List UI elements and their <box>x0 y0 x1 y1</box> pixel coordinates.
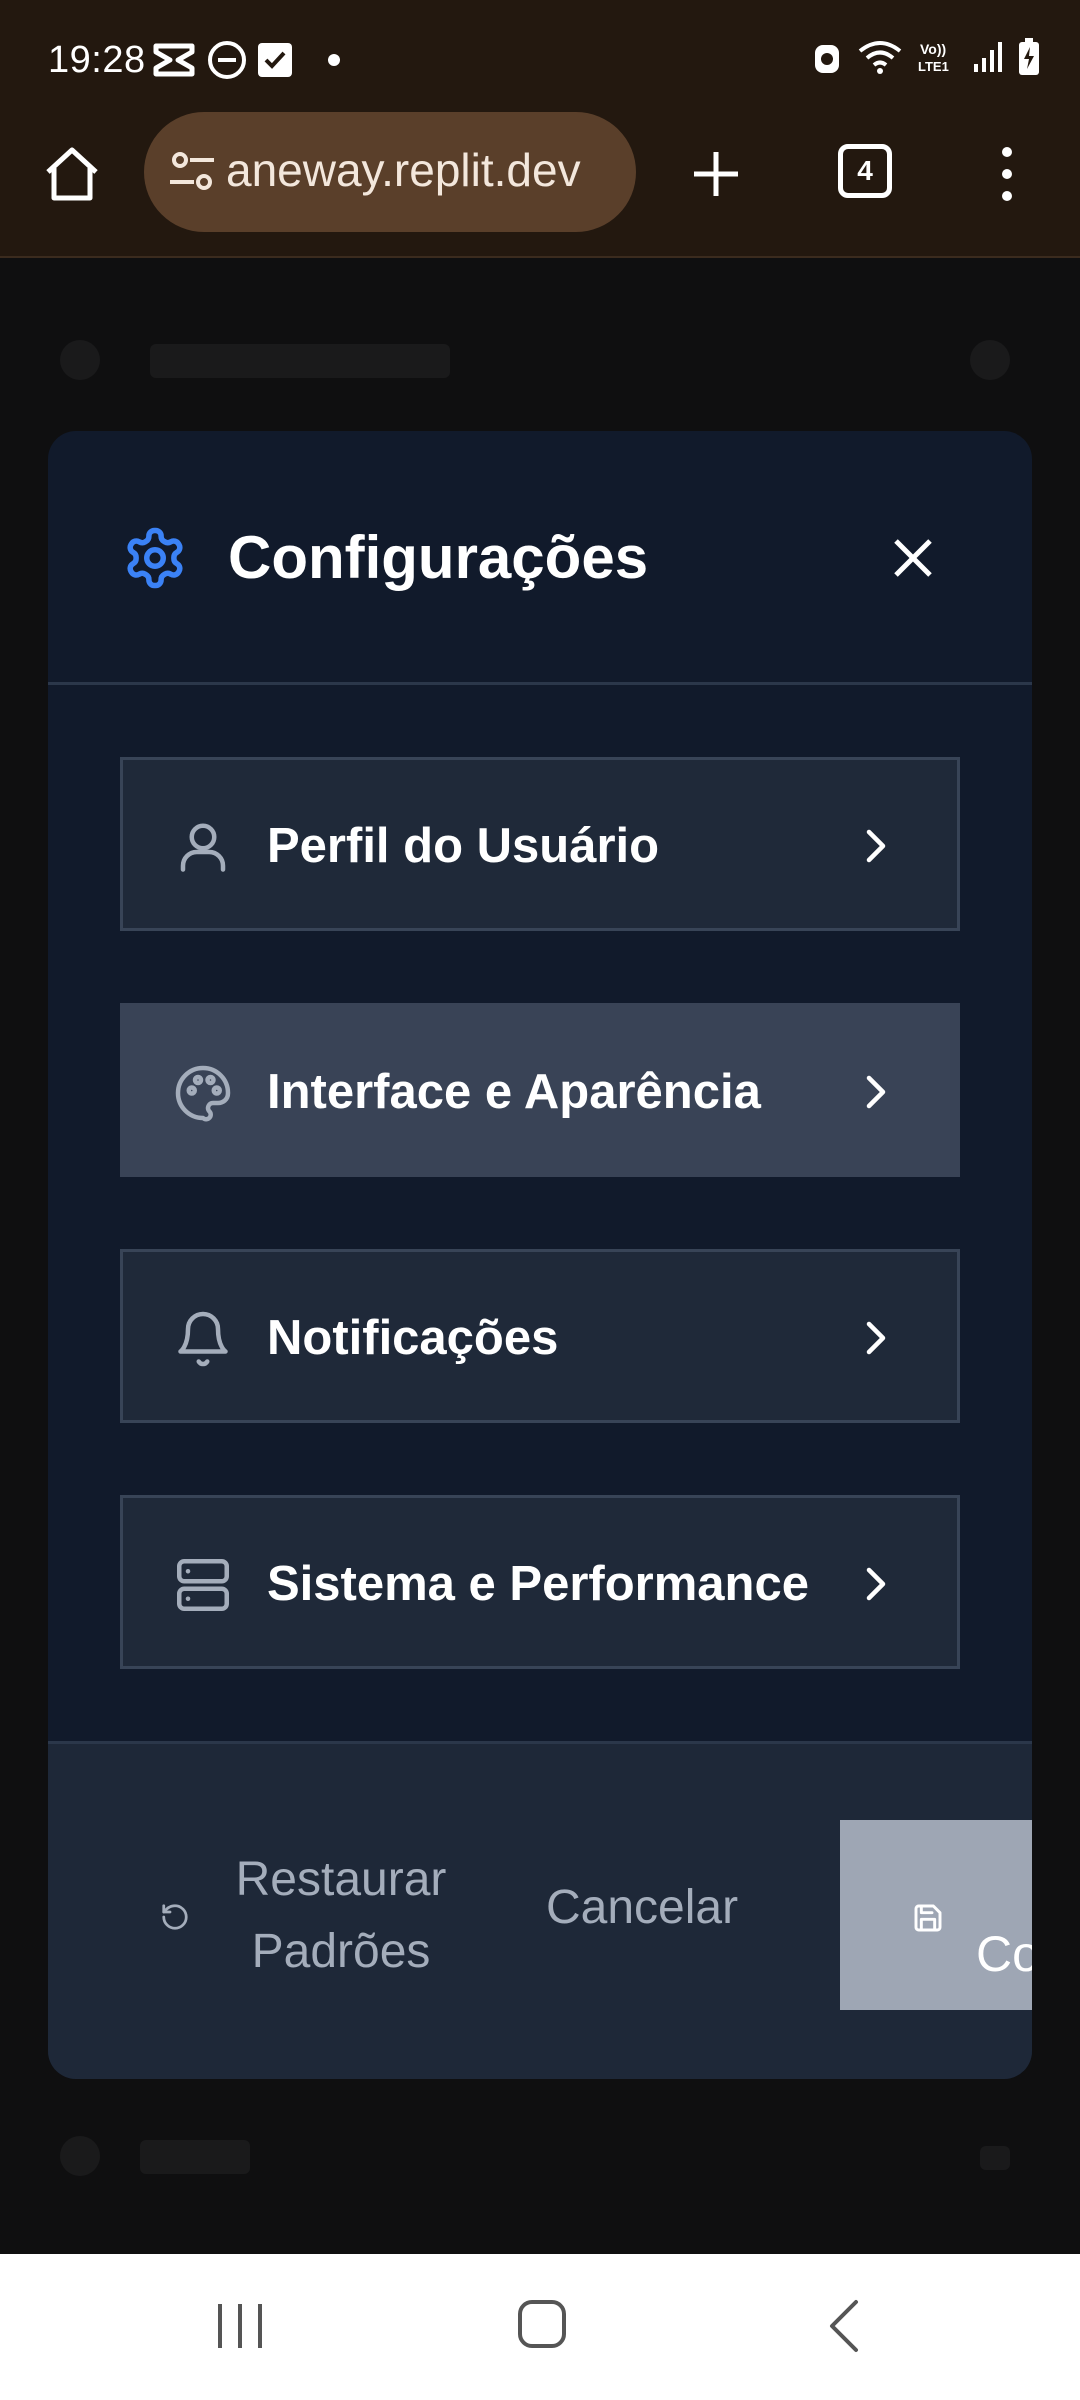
gear-icon <box>122 525 188 591</box>
battery-charging-icon <box>1018 38 1040 81</box>
new-tab-button[interactable] <box>684 142 748 206</box>
menu-item-label: Sistema e Performance <box>267 1557 809 1611</box>
background-icon <box>60 340 100 380</box>
recent-apps-button[interactable] <box>212 2300 268 2352</box>
svg-text:LTE1: LTE1 <box>918 59 949 74</box>
volte-icon: Vo)) LTE1 <box>918 39 958 80</box>
save-icon <box>912 1902 944 1934</box>
menu-item-interface-appearance[interactable]: Interface e Aparência <box>120 1003 960 1177</box>
background-icon <box>60 2136 100 2176</box>
more-vert-icon <box>1002 147 1012 201</box>
save-button[interactable]: Co <box>840 1820 1032 2010</box>
menu-item-user-profile[interactable]: Perfil do Usuário <box>120 757 960 931</box>
url-text: aneway.replit.dev <box>226 144 581 196</box>
restore-defaults-label: Restaurar Padrões <box>226 1844 456 1988</box>
plus-icon <box>694 152 738 196</box>
modal-title: Configurações <box>228 524 649 591</box>
background-text <box>150 344 450 378</box>
cancel-button[interactable]: Cancelar <box>546 1872 738 1944</box>
capcut-icon <box>152 40 196 80</box>
menu-item-system-performance[interactable]: Sistema e Performance <box>120 1495 960 1669</box>
modal-footer: Restaurar Padrões Cancelar Co <box>48 1741 1032 2079</box>
home-square-icon <box>518 2300 566 2348</box>
menu-item-label: Notificações <box>267 1311 559 1365</box>
tab-switcher-button[interactable]: 4 <box>838 144 892 198</box>
home-icon <box>46 147 98 201</box>
menu-item-notifications[interactable]: Notificações <box>120 1249 960 1423</box>
background-text <box>140 2140 250 2174</box>
chevron-right-icon <box>855 1070 895 1114</box>
settings-modal: Configurações Perfil do Usuário Interfac… <box>48 431 1032 2079</box>
rotate-ccw-icon <box>160 1902 190 1932</box>
restore-label-line1: Restaurar <box>235 1853 447 1906</box>
wifi-icon <box>856 39 904 80</box>
menu-item-label: Interface e Aparência <box>267 1065 761 1119</box>
background-icon <box>980 2146 1010 2170</box>
restore-defaults-button[interactable]: Restaurar Padrões <box>160 1844 480 2004</box>
back-button[interactable] <box>822 2298 866 2354</box>
close-icon <box>894 539 932 577</box>
address-bar[interactable]: aneway.replit.dev <box>144 112 636 232</box>
chevron-right-icon <box>855 1316 895 1360</box>
notification-icons <box>152 40 340 80</box>
bell-icon <box>173 1309 233 1369</box>
svg-text:Vo)): Vo)) <box>920 41 946 57</box>
alarm-icon <box>812 39 842 80</box>
recents-icon <box>218 2304 262 2348</box>
chevron-right-icon <box>855 1562 895 1606</box>
system-navigation-bar <box>0 2254 1080 2400</box>
home-button[interactable] <box>40 142 104 206</box>
browser-toolbar: aneway.replit.dev 4 <box>0 112 1080 258</box>
more-notifications-dot-icon <box>328 54 340 66</box>
do-not-disturb-icon <box>208 41 246 79</box>
status-bar: 19:28 Vo)) LTE1 <box>0 0 1080 120</box>
home-nav-button[interactable] <box>516 2298 568 2350</box>
restore-label-line2: Padrões <box>251 1925 431 1978</box>
back-chevron-icon <box>830 2300 858 2352</box>
close-button[interactable] <box>884 529 942 587</box>
palette-icon <box>173 1063 233 1123</box>
status-time: 19:28 <box>48 39 146 81</box>
site-settings-icon[interactable] <box>166 148 218 196</box>
signal-icon <box>972 40 1004 79</box>
server-icon <box>173 1555 233 1615</box>
modal-header: Configurações <box>48 431 1032 685</box>
save-label: Co <box>976 1926 1032 1982</box>
background-icon <box>970 340 1010 380</box>
user-icon <box>173 817 233 877</box>
checkbox-icon <box>258 43 292 77</box>
system-status-icons: Vo)) LTE1 <box>812 38 1040 81</box>
more-options-button[interactable] <box>990 142 1024 206</box>
menu-item-label: Perfil do Usuário <box>267 819 660 873</box>
chevron-right-icon <box>855 824 895 868</box>
